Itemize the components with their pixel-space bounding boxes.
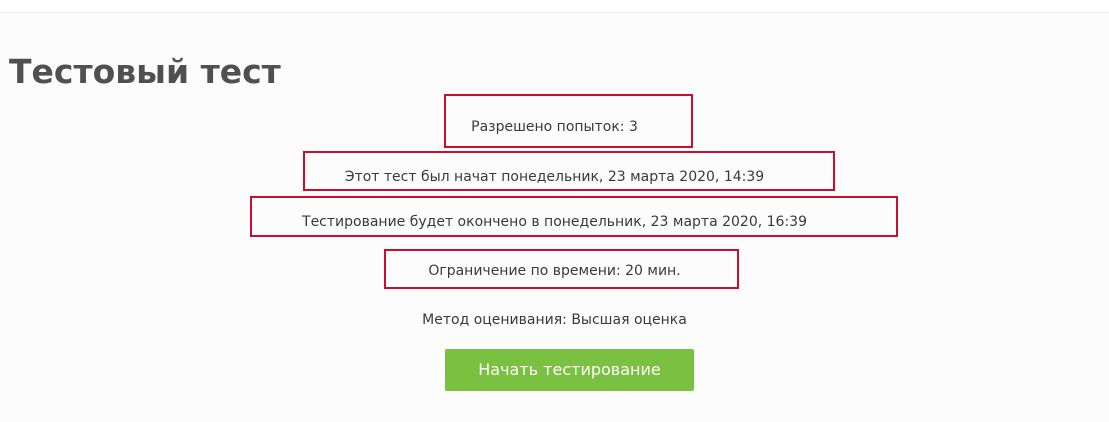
page-title: Тестовый тест (9, 52, 281, 91)
attempts-allowed-text: Разрешено попыток: 3 (471, 119, 638, 135)
quiz-opened-text: Этот тест был начат понедельник, 23 март… (344, 169, 765, 185)
grading-method-text: Метод оценивания: Высшая оценка (422, 312, 687, 328)
quiz-closes-text: Тестирование будет окончено в понедельни… (302, 214, 807, 230)
start-attempt-button[interactable]: Начать тестирование (445, 349, 694, 391)
time-limit-text: Ограничение по времени: 20 мин. (428, 263, 681, 279)
